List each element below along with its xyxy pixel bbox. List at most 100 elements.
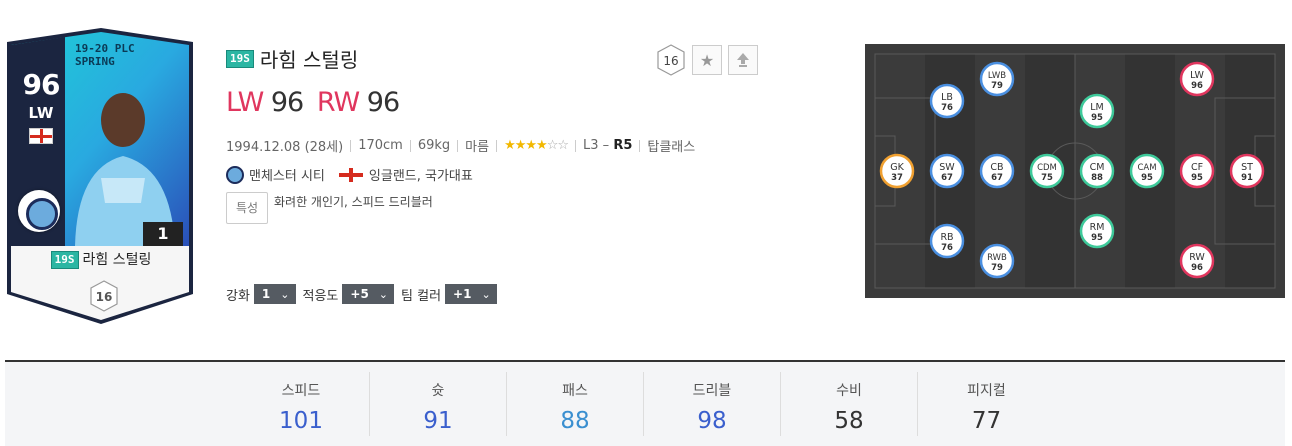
- pitch-position-rwb[interactable]: RWB79: [979, 243, 1015, 279]
- pitch-position-ovr: 91: [1241, 173, 1253, 183]
- pitch-position-label: LM: [1090, 102, 1104, 113]
- body-type: 마름: [465, 140, 490, 155]
- club-icon: [226, 165, 244, 184]
- skill-stars-filled: ★★★★: [504, 138, 548, 153]
- pitch-position-lw[interactable]: LW96: [1179, 61, 1215, 97]
- upload-button[interactable]: [728, 45, 758, 75]
- teamcolor-value: +1: [453, 287, 472, 301]
- stat-label: 드리블: [692, 383, 732, 399]
- adapt-select[interactable]: +5 ⌄: [342, 284, 395, 304]
- stat-value: 58: [834, 408, 864, 434]
- pitch-position-cdm[interactable]: CDM75: [1029, 153, 1065, 189]
- pitch-position-ovr: 67: [991, 173, 1003, 183]
- pitch-position-label: LW: [1190, 70, 1204, 81]
- card-pay-value: 16: [96, 290, 113, 304]
- player-name: 라힘 스털링: [259, 48, 359, 72]
- stat-label: 피지컬: [967, 383, 1006, 399]
- pay-button[interactable]: 16: [656, 44, 686, 76]
- pitch-position-ovr: 95: [1091, 233, 1103, 243]
- pay-value: 16: [663, 54, 678, 68]
- trait-row: 특성 화려한 개인기, 스피드 드리블러: [226, 192, 786, 224]
- chevron-down-icon: ⌄: [378, 287, 389, 301]
- pitch-position-label: CDM: [1037, 163, 1057, 173]
- pitch-position-cm[interactable]: CM88: [1079, 153, 1115, 189]
- stat-label: 스피드: [281, 383, 321, 399]
- stat-dribbling: 드리블 98: [644, 372, 781, 436]
- pitch-position-lm[interactable]: LM95: [1079, 93, 1115, 129]
- position-pitch: GK 37 SW 67 CB 67 LB 76 RB 76 LWB 79 RWB 79 CDM 75 CM 88 L…: [865, 44, 1285, 298]
- card-position: LW: [28, 104, 54, 122]
- enhance-select[interactable]: 1 ⌄: [253, 284, 296, 304]
- stat-physical: 피지컬 77: [918, 372, 1055, 436]
- stat-value: 91: [423, 408, 453, 434]
- england-flag-icon: [338, 167, 363, 182]
- enhance-value: 1: [261, 287, 271, 301]
- card-season-label: 19-20 PLC SPRING: [75, 42, 135, 68]
- pitch-position-ovr: 95: [1141, 173, 1153, 183]
- teamcolor-select[interactable]: +1 ⌄: [445, 284, 497, 304]
- pitch-position-label: RM: [1090, 222, 1105, 233]
- pitch-position-ovr: 88: [1091, 173, 1103, 183]
- height: 170cm: [358, 138, 403, 153]
- pitch-position-label: RW: [1189, 252, 1205, 263]
- england-flag-icon: [29, 128, 53, 144]
- birth-date: 1994.12.08 (28세): [226, 140, 344, 155]
- stat-shooting: 슛 91: [370, 372, 507, 436]
- pitch-position-label: RWB: [987, 253, 1007, 263]
- pitch-position-label: RB: [940, 232, 953, 243]
- pitch-position-ovr: 76: [941, 103, 953, 113]
- club-emblem-icon: [18, 190, 60, 232]
- pitch-position-ovr: 95: [1191, 173, 1203, 183]
- pay-hexagon-icon: 16: [657, 44, 685, 76]
- pitch-position-rb[interactable]: RB76: [929, 223, 965, 259]
- position-ovr: 96: [366, 87, 400, 118]
- position-label: RW: [316, 87, 360, 118]
- club-name: 맨체스터 시티: [249, 169, 325, 184]
- enhance-label: 강화: [226, 288, 250, 304]
- chevron-down-icon: ⌄: [481, 287, 491, 301]
- card-action-buttons: 16 ★: [656, 44, 758, 76]
- pitch-position-cam[interactable]: CAM95: [1129, 153, 1165, 189]
- position-ovr: 96: [270, 87, 304, 118]
- pitch-position-ovr: 75: [1041, 173, 1053, 183]
- pitch-position-ovr: 67: [941, 173, 953, 183]
- card-controls: 강화 1 ⌄ 적응도 +5 ⌄ 팀 컬러 +1 ⌄: [226, 284, 504, 304]
- pitch-position-cf[interactable]: CF95: [1179, 153, 1215, 189]
- pitch-position-st[interactable]: ST91: [1229, 153, 1265, 189]
- position-label: LW: [226, 87, 264, 118]
- pitch-position-ovr: 95: [1091, 113, 1103, 123]
- pitch-position-gk[interactable]: GK37: [879, 153, 915, 189]
- trait-label: 특성: [226, 192, 268, 224]
- trait-list: 화려한 개인기, 스피드 드리블러: [274, 195, 433, 209]
- favorite-button[interactable]: ★: [692, 45, 722, 75]
- position-ratings: LW 96 RW 96: [226, 87, 786, 118]
- player-detail-page: 19-20 PLC SPRING 96 LW 1 19S 라힘 스털링 16 19…: [0, 0, 1292, 446]
- pitch-position-rw[interactable]: RW96: [1179, 243, 1215, 279]
- card-season-line2: SPRING: [75, 55, 115, 68]
- pitch-position-ovr: 79: [991, 81, 1003, 91]
- adapt-value: +5: [350, 287, 369, 301]
- pitch-position-cb[interactable]: CB67: [979, 153, 1015, 189]
- stat-value: 77: [971, 408, 1002, 434]
- card-name-text: 라힘 스털링: [82, 252, 152, 268]
- star-icon: ★: [699, 50, 715, 70]
- pitch-position-lwb[interactable]: LWB79: [979, 61, 1015, 97]
- pitch-position-ovr: 96: [1191, 81, 1203, 91]
- stat-label: 슛: [431, 383, 445, 399]
- pitch-graphic: GK37SW67CB67LB76RB76LWB79RWB79CDM75CM88L…: [865, 44, 1285, 298]
- pitch-position-lb[interactable]: LB76: [929, 83, 965, 119]
- pitch-position-label: GK: [890, 162, 904, 173]
- pitch-position-label: LWB: [988, 71, 1006, 81]
- pitch-position-label: CM: [1090, 162, 1105, 173]
- card-enhance-level: 1: [143, 222, 183, 246]
- pitch-position-label: CAM: [1137, 163, 1156, 173]
- pitch-position-label: SW: [939, 162, 955, 173]
- pitch-position-label: CF: [1191, 162, 1203, 173]
- skill-stars-empty: ☆☆: [546, 138, 569, 153]
- arrow-up-icon: [737, 53, 749, 67]
- pitch-position-rm[interactable]: RM95: [1079, 213, 1115, 249]
- stat-speed: 스피드 101: [233, 372, 370, 436]
- pay-hexagon-icon: 16: [90, 280, 118, 312]
- stat-label: 패스: [562, 383, 588, 399]
- pitch-position-sw[interactable]: SW67: [929, 153, 965, 189]
